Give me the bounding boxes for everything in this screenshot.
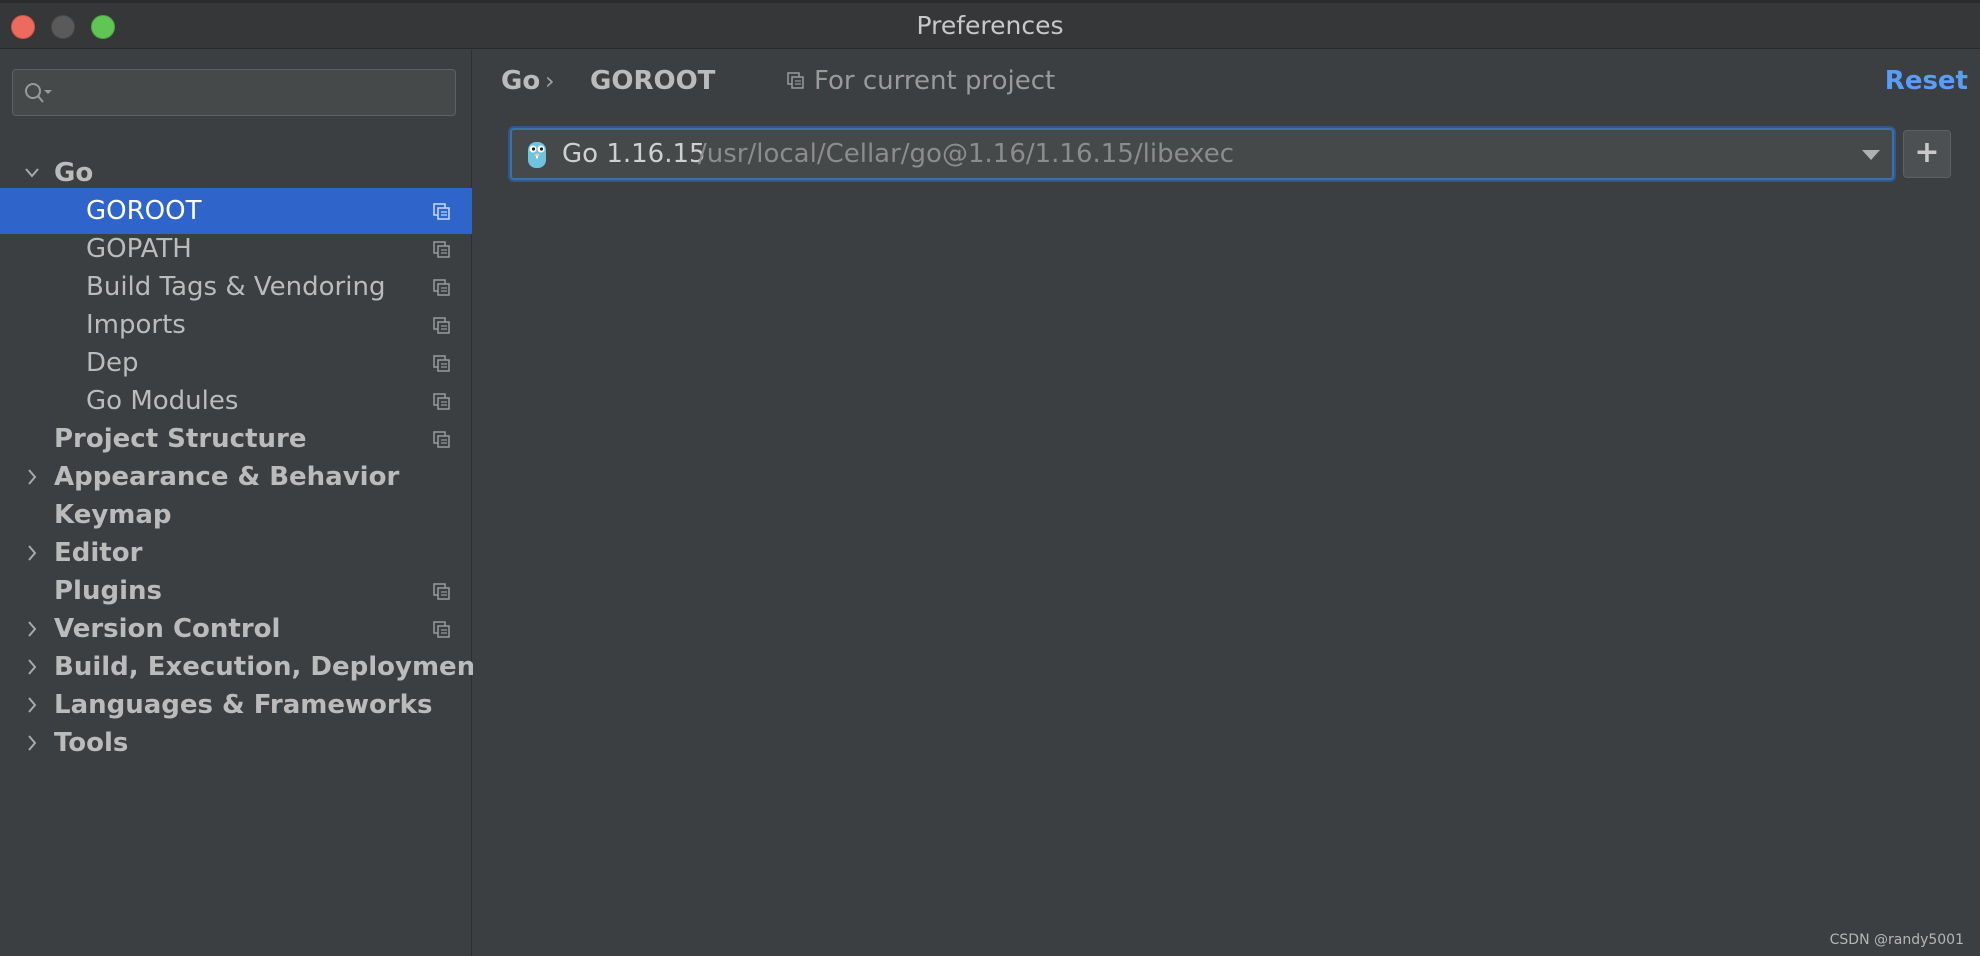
sdk-version: Go 1.16.15 (562, 139, 706, 169)
project-scope-icon (433, 583, 450, 600)
sidebar-item[interactable]: Tools (0, 720, 472, 766)
watermark: CSDN @randy5001 (1829, 932, 1964, 948)
project-scope-icon (433, 355, 450, 372)
project-scope-icon (433, 317, 450, 334)
sdk-path: /usr/local/Cellar/go@1.16/1.16.15/libexe… (698, 139, 1234, 169)
reset-link[interactable]: Reset (1885, 64, 1968, 98)
project-scope-icon (433, 393, 450, 410)
scope-label: For current project (814, 66, 1056, 96)
breadcrumb-parent[interactable]: Go (501, 64, 540, 98)
project-scope-icon (433, 431, 450, 448)
project-scope-icon (433, 621, 450, 638)
settings-search-input[interactable] (12, 69, 456, 116)
chevron-down-icon[interactable] (1862, 150, 1880, 160)
sidebar-item-label: Tools (54, 728, 129, 758)
title-bar: Preferences (0, 3, 1980, 49)
window-title: Preferences (916, 11, 1064, 40)
goroot-sdk-dropdown[interactable]: Go 1.16.15 /usr/local/Cellar/go@1.16/1.1… (510, 128, 1894, 180)
project-scope-icon (433, 203, 450, 220)
preferences-window: Preferences Go GOROOT GOPATH Build Tags & V… (0, 0, 1980, 956)
add-sdk-button[interactable]: + (1903, 130, 1951, 178)
project-scope-icon (787, 72, 804, 89)
chevron-right-icon[interactable] (22, 720, 42, 766)
gopher-icon (528, 142, 546, 168)
search-icon (25, 83, 52, 103)
breadcrumb-separator: › (545, 67, 555, 95)
breadcrumb-current: GOROOT (590, 66, 716, 96)
project-scope-icon (433, 241, 450, 258)
project-scope-icon (433, 279, 450, 296)
settings-sidebar: Go GOROOT GOPATH Build Tags & Vendoring Impo… (0, 50, 488, 956)
settings-content: Go › GOROOT For current project Reset Go… (473, 50, 1980, 956)
